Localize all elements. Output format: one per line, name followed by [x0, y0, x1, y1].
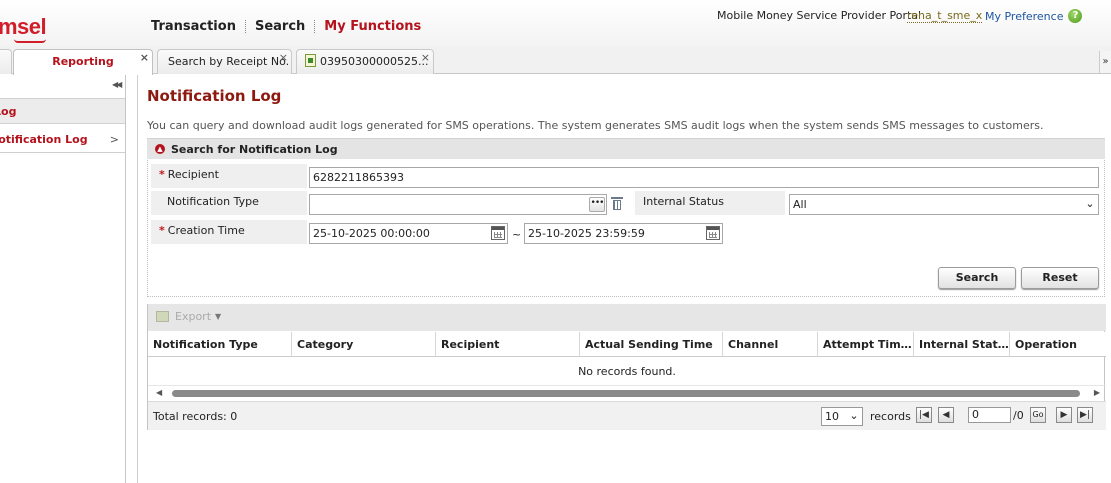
tab-receipt-document[interactable]: 03950300000525... ×: [296, 49, 434, 74]
export-label: Export: [175, 310, 212, 323]
calendar-icon[interactable]: [491, 226, 505, 240]
tab-receipt-label[interactable]: Search by Receipt No.: [168, 55, 289, 68]
page-size-select[interactable]: 10 ⌄: [821, 407, 863, 426]
my-preference-link[interactable]: My Preference ?: [985, 9, 1083, 23]
tab-reporting-label[interactable]: Reporting: [52, 55, 114, 68]
last-page-icon[interactable]: ▶|: [1077, 407, 1093, 423]
empty-message: No records found.: [148, 358, 1106, 386]
search-section-title: Search for Notification Log: [171, 143, 338, 156]
creation-time-label-text: Creation Time: [167, 224, 245, 237]
scroll-right-icon[interactable]: ▶: [1094, 387, 1100, 399]
username[interactable]: rena_t_sme_x: [907, 9, 983, 23]
total-records: Total records: 0: [153, 410, 238, 423]
help-icon[interactable]: ?: [1068, 9, 1083, 23]
column-header[interactable]: Internal Stat...: [914, 332, 1010, 357]
sidebar-group-label: Log: [0, 105, 17, 118]
close-icon[interactable]: ×: [279, 46, 288, 69]
required-mark: *: [159, 224, 165, 237]
chevron-down-icon[interactable]: ⌄: [848, 410, 860, 422]
previous-page-icon[interactable]: ◀: [938, 407, 954, 423]
collapse-sidebar-icon[interactable]: ◀◀: [112, 80, 122, 89]
sidebar-item-label: Notification Log: [0, 133, 88, 146]
my-preference-label[interactable]: My Preference: [985, 10, 1063, 23]
tab-search-by-receipt[interactable]: Search by Receipt No. ×: [157, 49, 292, 74]
page-description: You can query and download audit logs ge…: [147, 119, 1044, 132]
menu-my-functions[interactable]: My Functions: [315, 19, 430, 34]
column-header[interactable]: Recipient: [436, 332, 580, 357]
recipient-label: * Recipient: [151, 164, 307, 188]
pagination-bar: Total records: 0 10 ⌄ records |◀ ◀ 0 /0 …: [148, 401, 1106, 430]
logo-swoosh: [14, 39, 46, 43]
page-title: Notification Log: [147, 87, 282, 105]
tab-previous[interactable]: [0, 49, 12, 74]
trash-icon[interactable]: [611, 197, 623, 211]
horizontal-scrollbar[interactable]: ◀ ▶: [152, 387, 1102, 399]
results-grid: Export ▼ Notification Type Category Reci…: [147, 304, 1106, 430]
menu-transaction[interactable]: Transaction: [151, 19, 245, 34]
portal-name: Mobile Money Service Provider Portal: [717, 9, 922, 22]
internal-status-value: All: [793, 198, 807, 211]
close-icon[interactable]: ×: [421, 46, 430, 69]
top-header: msel Transaction Search My Functions Mob…: [0, 0, 1111, 46]
required-mark: *: [159, 168, 165, 181]
next-page-icon[interactable]: ▶: [1056, 407, 1072, 423]
export-button[interactable]: Export ▼: [156, 310, 221, 323]
tab-strip: Reporting × Search by Receipt No. × 0395…: [0, 46, 1111, 75]
creation-time-from-input[interactable]: 25-10-2025 00:00:00: [309, 223, 508, 244]
creation-time-to-input[interactable]: 25-10-2025 23:59:59: [524, 223, 723, 244]
scrollbar-thumb[interactable]: [172, 390, 1080, 397]
search-form: * Recipient 6282211865393 Notification Ty…: [147, 160, 1105, 297]
calendar-icon[interactable]: [706, 226, 720, 240]
column-header[interactable]: Attempt Times: [818, 332, 914, 357]
notification-type-label: Notification Type: [151, 191, 307, 215]
export-icon: [156, 311, 169, 322]
results-toolbar: Export ▼: [148, 304, 1106, 331]
table-header: Notification Type Category Recipient Act…: [148, 332, 1106, 357]
reset-button[interactable]: Reset: [1021, 267, 1099, 289]
notification-type-input[interactable]: •••: [309, 194, 607, 215]
page-count: /0: [1013, 409, 1024, 422]
scroll-left-icon[interactable]: ◀: [156, 387, 162, 399]
recipient-input[interactable]: 6282211865393: [309, 167, 1099, 188]
chevron-down-icon[interactable]: ⌄: [1084, 198, 1096, 210]
collapse-section-icon[interactable]: ▲: [155, 144, 165, 154]
range-separator: ~: [512, 228, 522, 241]
chevron-right-icon: >: [109, 133, 119, 146]
creation-time-from-value: 25-10-2025 00:00:00: [313, 227, 430, 240]
column-header[interactable]: Category: [292, 332, 436, 357]
page-number-input[interactable]: 0: [968, 407, 1011, 423]
page-size-value: 10: [825, 410, 839, 423]
internal-status-select[interactable]: All ⌄: [789, 194, 1099, 215]
brand-logo: msel: [0, 14, 47, 39]
main-menu: Transaction Search My Functions: [151, 19, 430, 34]
sidebar-item-notification-log[interactable]: Notification Log >: [0, 126, 125, 153]
creation-time-to-value: 25-10-2025 23:59:59: [528, 227, 645, 240]
tab-reporting[interactable]: Reporting ×: [13, 49, 153, 75]
menu-search[interactable]: Search: [246, 19, 314, 34]
divider: [137, 75, 138, 483]
main-content: Notification Log You can query and downl…: [147, 75, 1107, 483]
left-sidebar: ◀◀ Log Notification Log >: [0, 75, 126, 483]
go-button[interactable]: Go: [1030, 407, 1046, 423]
document-icon: [305, 54, 316, 67]
records-label: records: [870, 410, 911, 423]
sidebar-group-log[interactable]: Log: [0, 98, 125, 124]
first-page-icon[interactable]: |◀: [916, 407, 932, 423]
search-button[interactable]: Search: [938, 267, 1016, 289]
creation-time-label: * Creation Time: [151, 220, 307, 244]
column-header[interactable]: Operation: [1010, 332, 1106, 357]
recipient-label-text: Recipient: [167, 168, 219, 181]
internal-status-label: Internal Status: [635, 191, 785, 215]
column-header[interactable]: Actual Sending Time: [580, 332, 723, 357]
browse-icon[interactable]: •••: [589, 197, 605, 212]
caret-down-icon: ▼: [215, 312, 222, 321]
tab-scroll-icon[interactable]: »: [1099, 51, 1111, 73]
column-header[interactable]: Notification Type: [148, 332, 292, 357]
search-section-header[interactable]: ▲ Search for Notification Log: [147, 138, 1105, 159]
close-icon[interactable]: ×: [140, 46, 149, 69]
column-header[interactable]: Channel: [723, 332, 818, 357]
tab-document-label[interactable]: 03950300000525...: [320, 55, 428, 68]
